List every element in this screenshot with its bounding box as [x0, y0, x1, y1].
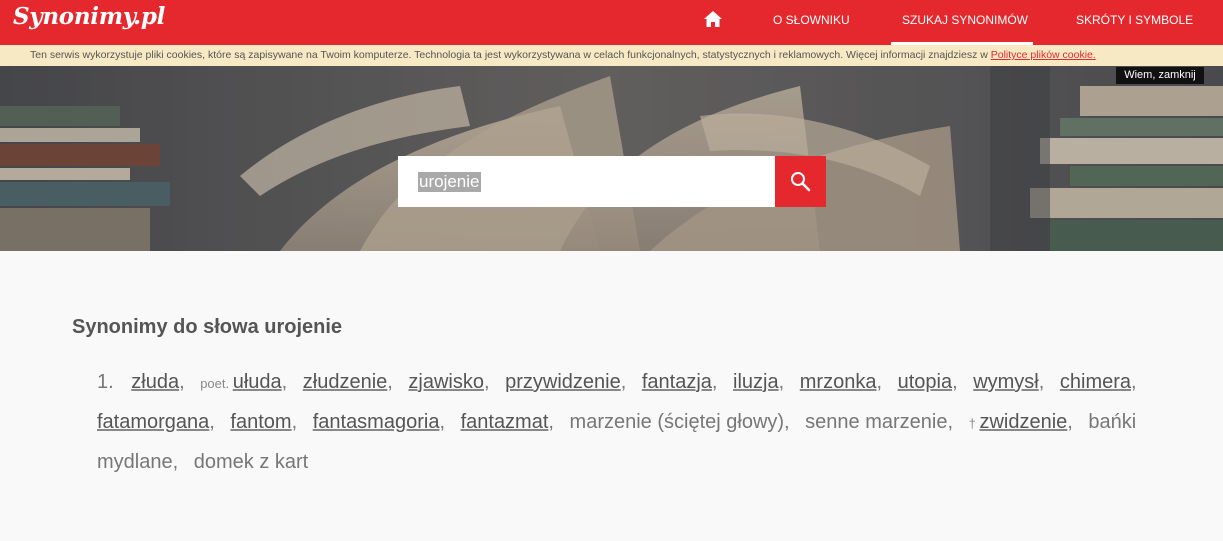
synonym-link[interactable]: mrzonka	[800, 371, 877, 393]
meaning-number: 1.	[97, 371, 114, 393]
synonym-item: utopia,	[898, 371, 968, 393]
synonym-item: marzenie (ściętej głowy),	[570, 411, 800, 433]
synonym-item: poet. ułuda,	[200, 371, 297, 393]
synonym-separator: ,	[1038, 371, 1045, 393]
synonym-link[interactable]: złuda	[131, 371, 179, 393]
synonym-separator: ,	[711, 371, 718, 393]
synonym-item: fantom,	[230, 411, 307, 433]
synonym-item: złudzenie,	[303, 371, 403, 393]
synonym-separator: ,	[876, 371, 883, 393]
synonym-item: mrzonka,	[800, 371, 892, 393]
synonym-separator: ,	[291, 411, 298, 433]
synonym-item: iluzja,	[733, 371, 794, 393]
synonym-item: złuda,	[131, 371, 194, 393]
cookie-close-button[interactable]: Wiem, zamknij	[1116, 67, 1204, 84]
synonym-separator: ,	[1067, 411, 1073, 433]
synonym-separator: ,	[179, 371, 185, 393]
synonym-items: złuda, poet. ułuda, złudzenie, zjawisko,…	[97, 371, 1147, 473]
nav-o-slowniku[interactable]: O słowniku	[773, 13, 850, 27]
synonym-separator: ,	[484, 371, 490, 393]
cookie-banner: Ten serwis wykorzystuje pliki cookies, k…	[0, 45, 1223, 66]
synonym-separator: ,	[1131, 371, 1137, 393]
synonym-separator: ,	[439, 411, 446, 433]
synonym-link[interactable]: fantazja	[642, 371, 712, 393]
synonym-separator: ,	[548, 411, 554, 433]
site-logo[interactable]: Synonimy.pl	[13, 3, 165, 30]
synonym-text: domek z kart	[193, 451, 309, 473]
synonym-item: fantasmagoria,	[313, 411, 455, 433]
synonym-separator: ,	[387, 371, 393, 393]
search-button[interactable]	[775, 156, 826, 207]
cookie-text: Ten serwis wykorzystuje pliki cookies, k…	[30, 49, 1096, 61]
synonym-item: przywidzenie,	[505, 371, 636, 393]
synonym-item: zjawisko,	[408, 371, 499, 393]
synonym-item: fantazja,	[642, 371, 728, 393]
synonym-link[interactable]: zwidzenie	[979, 411, 1067, 433]
synonym-link[interactable]: fantazmat	[461, 411, 549, 433]
synonym-link[interactable]: fatamorgana	[97, 411, 209, 433]
synonym-link[interactable]: iluzja	[733, 371, 779, 393]
synonym-separator: ,	[281, 371, 288, 393]
nav-szukaj-synonimow[interactable]: Szukaj synonimów	[902, 13, 1028, 27]
synonym-qualifier: †	[968, 416, 980, 431]
nav-skroty-i-symbole[interactable]: Skróty i symbole	[1076, 13, 1193, 27]
synonym-separator: ,	[778, 371, 785, 393]
synonym-link[interactable]: ułuda	[233, 371, 282, 393]
synonym-link[interactable]: fantom	[230, 411, 291, 433]
synonym-separator: ,	[952, 371, 958, 393]
synonym-link[interactable]: wymysł	[973, 371, 1039, 393]
synonym-list: 1. złuda, poet. ułuda, złudzenie, zjawis…	[97, 363, 1157, 481]
synonym-link[interactable]: chimera	[1060, 371, 1131, 393]
synonym-text: senne marzenie	[805, 411, 948, 433]
synonym-link[interactable]: zjawisko	[408, 371, 484, 393]
search-input[interactable]	[398, 156, 775, 207]
synonym-separator: ,	[620, 371, 627, 393]
synonym-link[interactable]: utopia	[898, 371, 953, 393]
synonym-item: chimera,	[1060, 371, 1147, 393]
synonym-qualifier: poet.	[200, 376, 233, 391]
synonym-item: fantazmat,	[461, 411, 564, 433]
synonym-item: fatamorgana,	[97, 411, 225, 433]
nav-home-button[interactable]	[700, 8, 726, 30]
synonym-separator: ,	[947, 411, 954, 433]
synonym-separator: ,	[784, 411, 790, 433]
cookie-message: Ten serwis wykorzystuje pliki cookies, k…	[30, 49, 991, 61]
synonym-link[interactable]: fantasmagoria	[313, 411, 440, 433]
synonym-item: domek z kart	[194, 451, 308, 473]
synonym-item: † zwidzenie,	[969, 411, 1083, 433]
synonym-separator: ,	[209, 411, 215, 433]
synonym-text: marzenie (ściętej głowy)	[569, 411, 785, 433]
synonym-link[interactable]: złudzenie	[303, 371, 388, 393]
top-navigation-bar: Synonimy.pl O słowniku Szukaj synonimów …	[0, 0, 1223, 45]
synonym-separator: ,	[172, 451, 179, 473]
cookie-policy-link[interactable]: Polityce plików cookie.	[991, 49, 1096, 61]
synonym-item: senne marzenie,	[805, 411, 963, 433]
search-icon	[791, 172, 811, 192]
synonym-link[interactable]: przywidzenie	[505, 371, 621, 393]
synonym-item: wymysł,	[973, 371, 1054, 393]
home-icon	[704, 11, 722, 27]
results-title: Synonimy do słowa urojenie	[72, 316, 343, 338]
search-box: urojenie	[398, 156, 775, 207]
